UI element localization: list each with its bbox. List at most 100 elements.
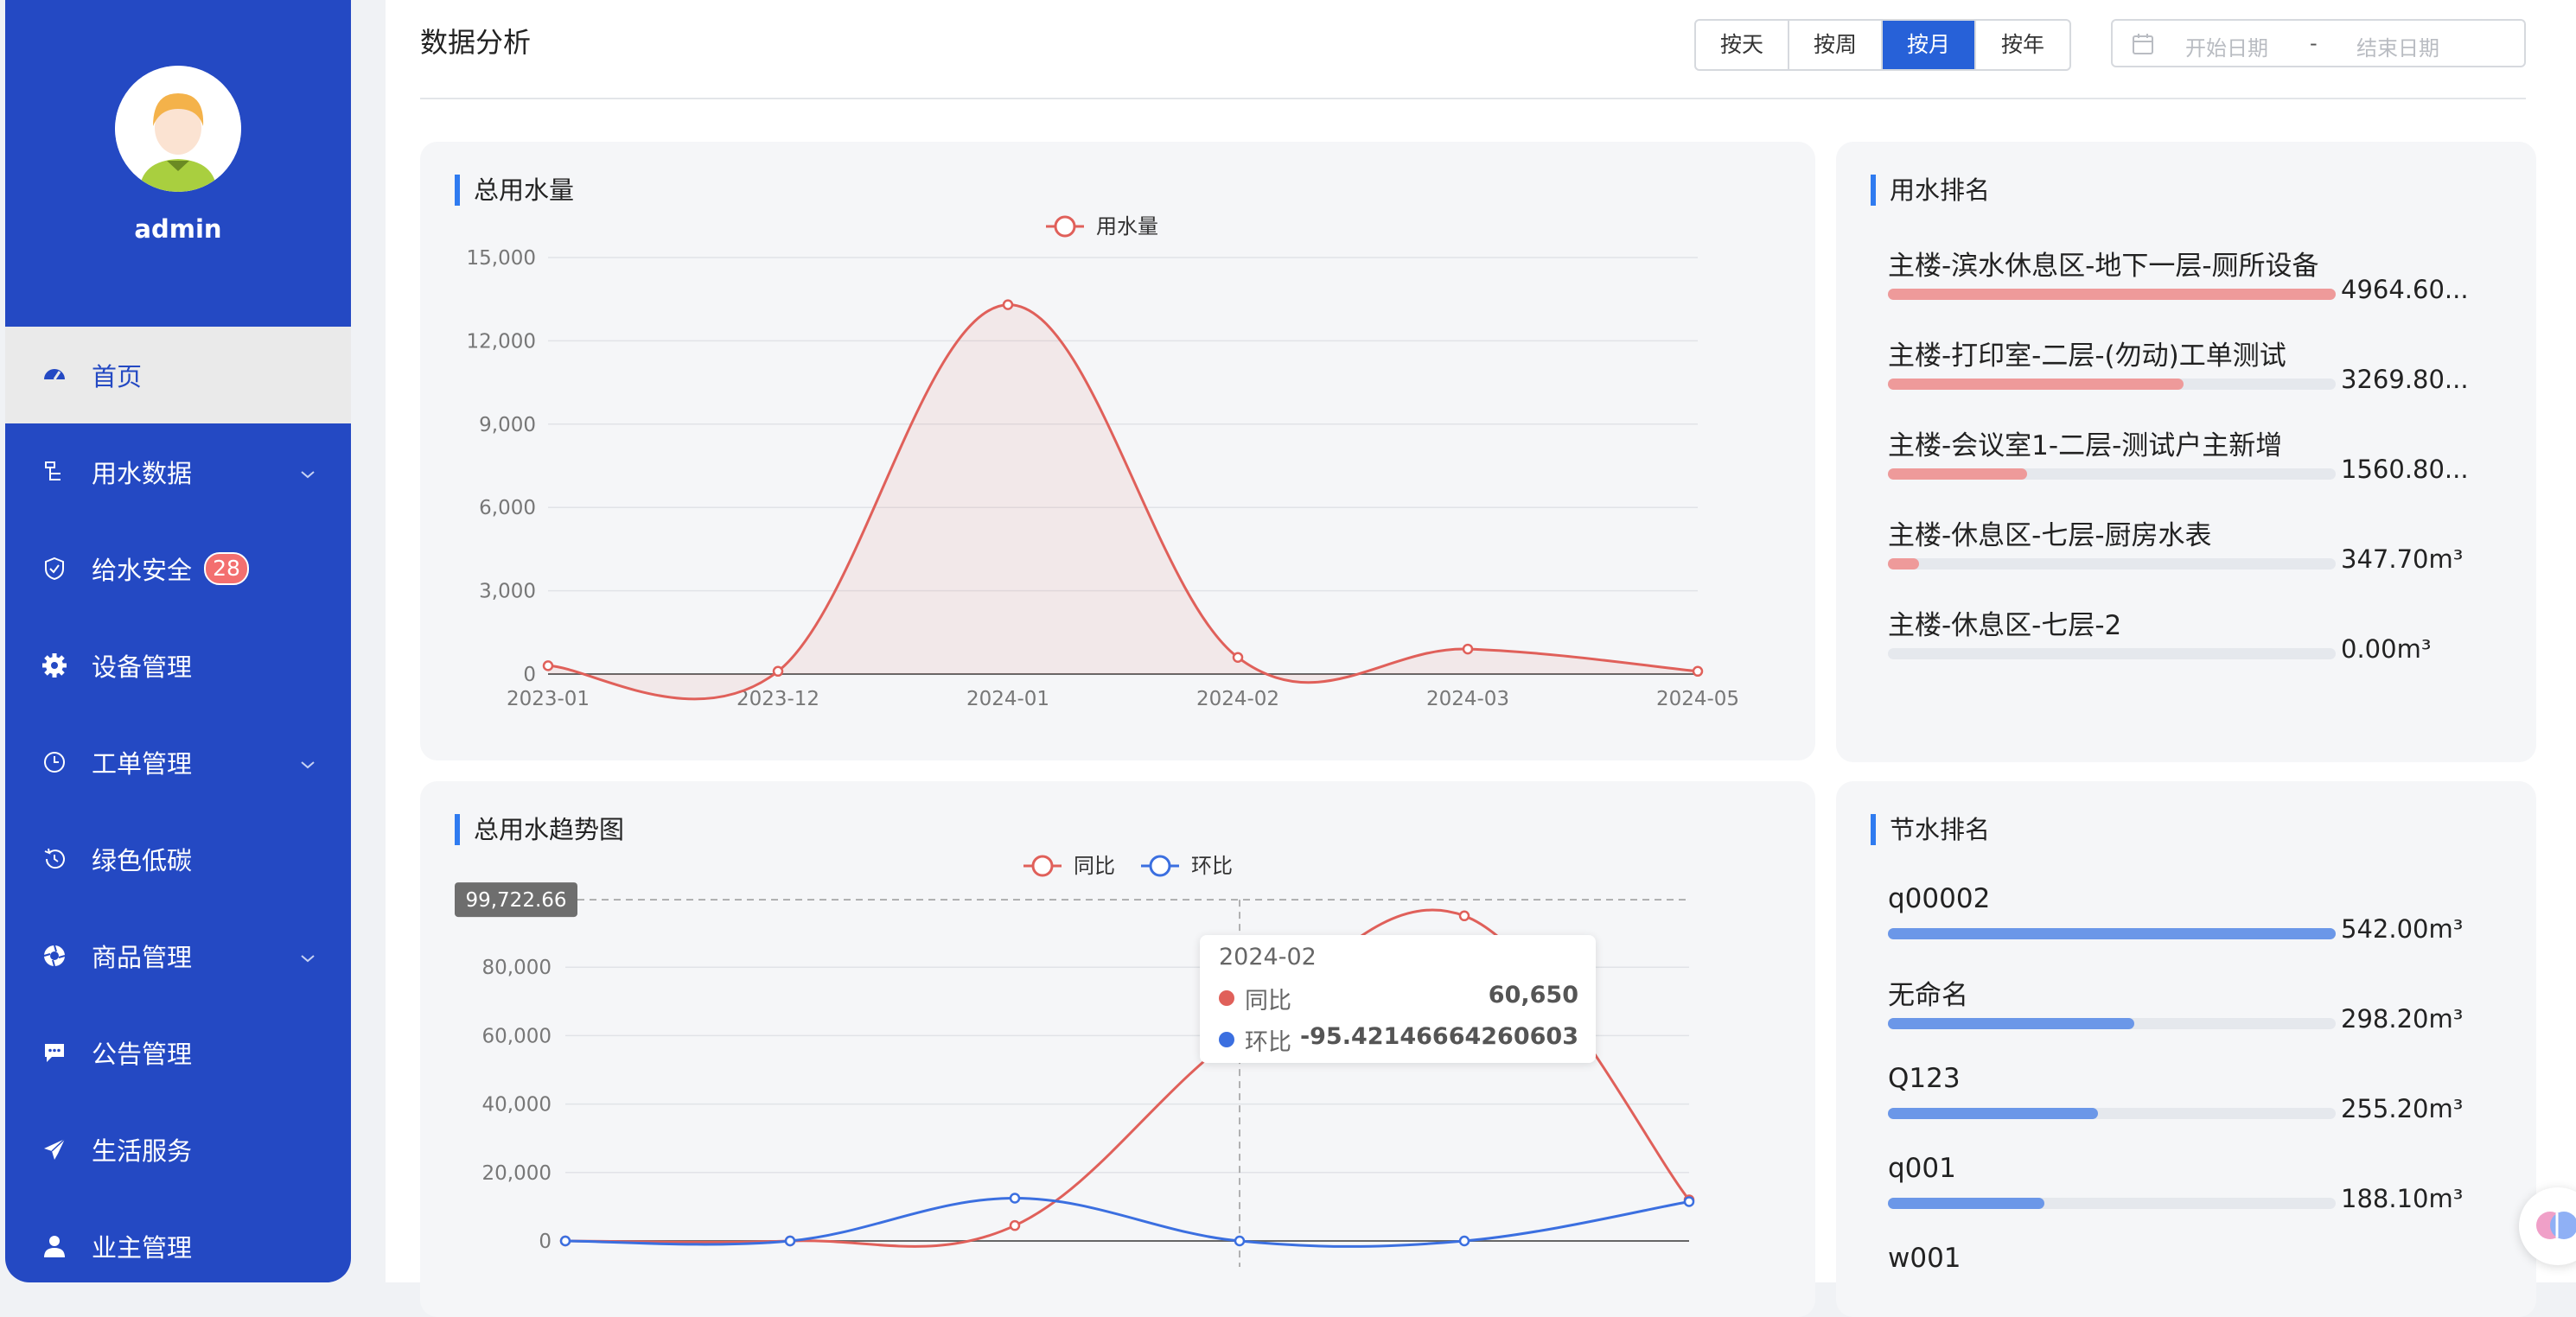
x-tick-label: 2024-03 bbox=[1426, 688, 1509, 710]
x-tick-label: 2023-12 bbox=[736, 688, 819, 710]
sidebar-item-label: 绿色低碳 bbox=[92, 846, 193, 875]
y-tick-label: 0 bbox=[539, 1231, 552, 1253]
sidebar-item-label: 首页 bbox=[92, 362, 143, 391]
x-tick-label: 2024-05 bbox=[1656, 688, 1739, 710]
rank-progress-fill bbox=[1888, 1108, 2099, 1119]
page-title: 数据分析 bbox=[420, 26, 532, 59]
rank-progress-track bbox=[1888, 379, 2336, 390]
legend-marker bbox=[1149, 855, 1171, 877]
rank-progress-fill bbox=[1888, 468, 2027, 480]
shield-icon bbox=[40, 554, 69, 583]
rank-item-value: 0.00m³ bbox=[2341, 634, 2432, 664]
usage-rank-card: 用水排名 主楼-滨水休息区-地下一层-厕所设备 4964.60... 主楼-打印室-… bbox=[1836, 142, 2536, 762]
tooltip-dot bbox=[1219, 990, 1234, 1006]
range-year-button[interactable]: 按年 bbox=[1976, 21, 2069, 69]
rank-progress-track bbox=[1888, 289, 2336, 300]
rank-progress-fill bbox=[1888, 558, 1920, 569]
avatar-image bbox=[115, 66, 241, 192]
y-tick-label: 3,000 bbox=[479, 581, 536, 603]
rank-item-name: 主楼-休息区-七层-2 bbox=[1888, 610, 2122, 641]
user-profile: admin bbox=[5, 0, 351, 301]
date-range-picker[interactable]: 开始日期 - 结束日期 bbox=[2111, 19, 2526, 67]
sidebar-item-label: 给水安全 bbox=[92, 556, 193, 585]
rank-progress-fill bbox=[1888, 1198, 2045, 1209]
end-date-input[interactable]: 结束日期 bbox=[2356, 31, 2439, 61]
chevron-down-icon[interactable] bbox=[297, 752, 318, 773]
rank-item-name: q001 bbox=[1888, 1153, 1956, 1184]
total-usage-chart: 0 3,000 6,000 9,000 12,000 15,000 2023-01 2023-… bbox=[467, 214, 1740, 710]
count-badge: 28 bbox=[204, 552, 249, 585]
data-point bbox=[772, 665, 784, 678]
data-point bbox=[1232, 652, 1244, 663]
chart-tooltip: 2024-02 同比 60,650 环比 -95.42146664260603 bbox=[1200, 935, 1596, 1063]
sidebar-item-4[interactable]: 工单管理 bbox=[5, 714, 351, 811]
range-month-button[interactable]: 按月 bbox=[1883, 21, 1976, 69]
username: admin bbox=[134, 214, 222, 244]
start-date-input[interactable]: 开始日期 bbox=[2185, 31, 2268, 61]
axis-pointer-label: 99,722.66 bbox=[465, 889, 566, 912]
sidebar-item-8[interactable]: 生活服务 bbox=[5, 1101, 351, 1198]
sidebar: admin 首页用水数据给水安全 28 设备管理工单管理绿色低碳商品管理 公告管理 生活… bbox=[5, 0, 351, 1282]
sidebar-item-5[interactable]: 绿色低碳 bbox=[5, 811, 351, 907]
date-separator: - bbox=[2310, 31, 2318, 55]
saving-rank-title: 节水排名 bbox=[1871, 814, 1990, 845]
legend-label: 环比 bbox=[1191, 854, 1233, 878]
sidebar-item-2[interactable]: 给水安全 28 bbox=[5, 520, 351, 617]
gear-icon bbox=[40, 651, 69, 680]
tooltip-dot bbox=[1219, 1032, 1234, 1047]
header-divider bbox=[420, 98, 2526, 99]
x-tick-label: 2024-01 bbox=[966, 688, 1049, 710]
rank-item-value: 347.70m³ bbox=[2341, 544, 2464, 574]
sidebar-item-0[interactable]: 首页 bbox=[5, 327, 351, 423]
rank-item-name: 主楼-滨水休息区-地下一层-厕所设备 bbox=[1888, 251, 2319, 282]
rank-progress-track bbox=[1888, 1018, 2336, 1029]
saving-rank-card: 节水排名 q00002 542.00m³ 无命名 298.20m³ Q123 255.20… bbox=[1836, 781, 2536, 1317]
user-icon bbox=[40, 1231, 69, 1261]
y-tick-label: 6,000 bbox=[479, 497, 536, 519]
x-tick-label: 2023-01 bbox=[507, 688, 590, 710]
data-tree-icon bbox=[40, 457, 69, 487]
rank-progress-track bbox=[1888, 1198, 2336, 1209]
y-tick-label: 9,000 bbox=[479, 414, 536, 436]
range-week-button[interactable]: 按周 bbox=[1789, 21, 1883, 69]
tooltip-title: 2024-02 bbox=[1219, 944, 1317, 970]
chat-icon bbox=[40, 1038, 69, 1067]
main-content: 数据分析 按天 按周 按月 按年 开始日期 - 结束日期 总用水量 0 3,000… bbox=[386, 0, 2576, 1317]
tooltip-row: 同比 60,650 bbox=[1219, 982, 1578, 1016]
brain-icon bbox=[2536, 1212, 2576, 1239]
rank-item-name: Q123 bbox=[1888, 1063, 1961, 1094]
data-point bbox=[1009, 1193, 1021, 1204]
data-point bbox=[1683, 1196, 1695, 1207]
tooltip-row: 环比 -95.42146664260603 bbox=[1219, 1023, 1578, 1058]
data-point bbox=[1692, 665, 1704, 678]
rank-item-name: q00002 bbox=[1888, 883, 1991, 914]
chevron-down-icon[interactable] bbox=[297, 461, 318, 482]
chevron-down-icon[interactable] bbox=[297, 945, 318, 966]
rank-progress-track bbox=[1888, 468, 2336, 480]
sidebar-item-1[interactable]: 用水数据 bbox=[5, 423, 351, 520]
rank-item-value: 188.10m³ bbox=[2341, 1184, 2464, 1213]
legend-label: 用水量 bbox=[1096, 214, 1158, 239]
x-tick-label: 2024-02 bbox=[1196, 688, 1279, 710]
calendar-icon bbox=[2133, 34, 2153, 54]
rank-item-name: 无命名 bbox=[1888, 980, 1968, 1011]
avatar[interactable] bbox=[115, 66, 241, 192]
sidebar-item-3[interactable]: 设备管理 bbox=[5, 617, 351, 714]
sidebar-item-label: 工单管理 bbox=[92, 749, 193, 779]
sidebar-item-9[interactable]: 业主管理 bbox=[5, 1198, 351, 1282]
rank-progress-fill bbox=[1888, 928, 2336, 939]
legend-label: 同比 bbox=[1074, 854, 1115, 878]
sidebar-item-7[interactable]: 公告管理 bbox=[5, 1004, 351, 1101]
rank-progress-fill bbox=[1888, 289, 2336, 300]
clock-icon bbox=[40, 748, 69, 777]
tooltip-label: 环比 bbox=[1245, 1029, 1291, 1056]
rank-progress-track bbox=[1888, 1108, 2336, 1119]
sidebar-item-label: 用水数据 bbox=[92, 459, 193, 488]
sidebar-item-6[interactable]: 商品管理 bbox=[5, 907, 351, 1004]
range-day-button[interactable]: 按天 bbox=[1696, 21, 1789, 69]
rank-progress-track bbox=[1888, 558, 2336, 569]
rank-item-value: 3269.80... bbox=[2341, 365, 2469, 394]
data-point bbox=[1458, 910, 1470, 922]
series-area bbox=[548, 304, 1698, 699]
data-point bbox=[1002, 299, 1014, 310]
